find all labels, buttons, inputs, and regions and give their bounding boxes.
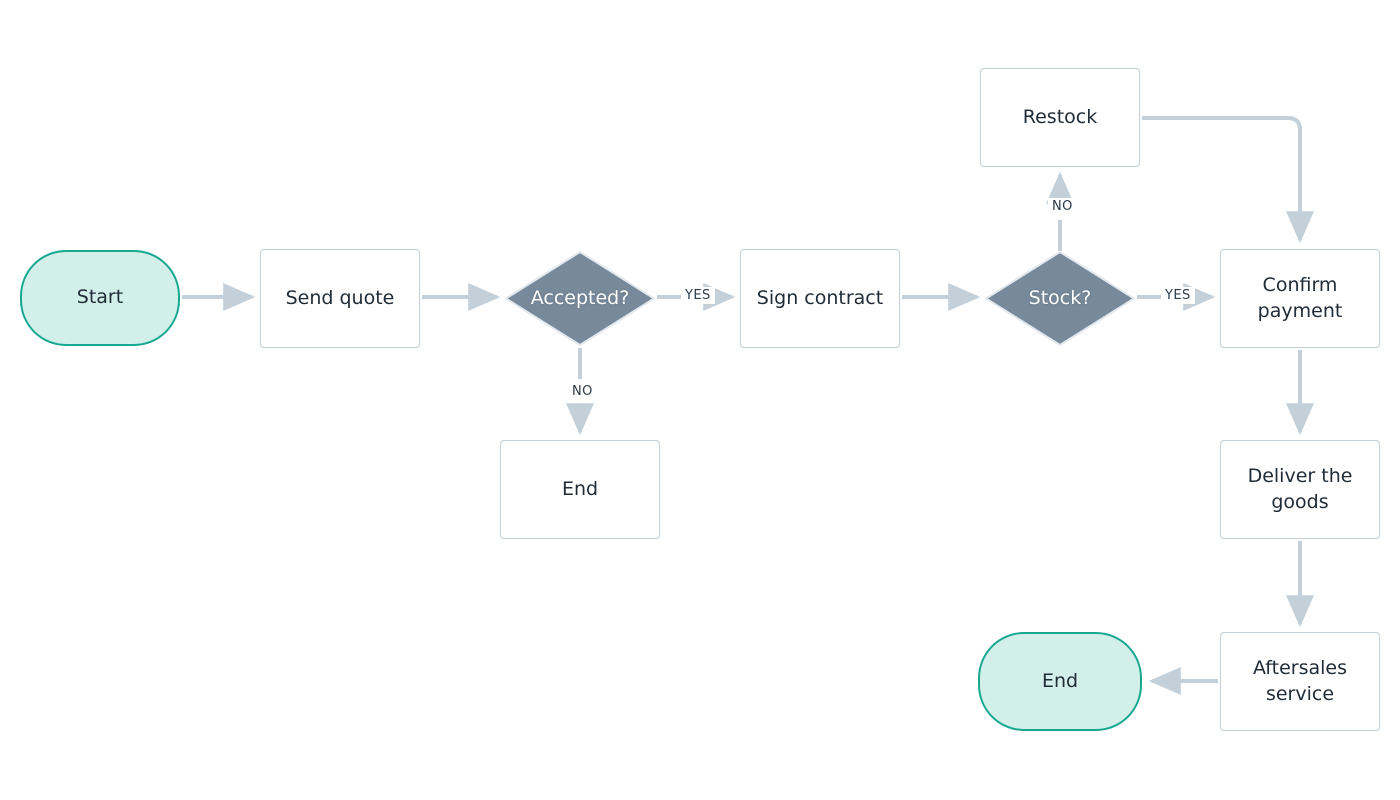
node-sign-contract[interactable]: Sign contract xyxy=(740,249,900,348)
node-restock-label: Restock xyxy=(1022,105,1098,128)
node-start-label: Start xyxy=(76,286,124,309)
node-stock-label: Stock? xyxy=(1028,286,1092,309)
node-send-quote-label: Send quote xyxy=(285,286,395,309)
node-deliver-goods[interactable]: Deliver the goods xyxy=(1220,440,1380,539)
node-end-done-label: End xyxy=(1041,669,1079,692)
node-deliver-goods-label: Deliver the goods xyxy=(1247,465,1353,513)
edge-label-stock-yes: YES xyxy=(1161,287,1195,304)
node-accepted-decision[interactable]: Accepted? xyxy=(505,251,655,346)
node-restock[interactable]: Restock xyxy=(980,68,1140,167)
node-aftersales-service[interactable]: Aftersales service xyxy=(1220,632,1380,731)
edge-label-stock-no: NO xyxy=(1048,198,1077,215)
node-end-rejected[interactable]: End xyxy=(500,440,660,539)
node-sign-contract-label: Sign contract xyxy=(756,286,884,309)
node-stock-decision[interactable]: Stock? xyxy=(985,251,1135,346)
edge-label-accepted-no: NO xyxy=(568,383,597,400)
flowchart-canvas: Start Send quote Accepted? End Sign cont… xyxy=(0,0,1400,800)
node-end-done[interactable]: End xyxy=(978,632,1142,731)
node-start[interactable]: Start xyxy=(20,250,180,346)
node-send-quote[interactable]: Send quote xyxy=(260,249,420,348)
connector-restock-to-confirm-payment xyxy=(1142,116,1314,244)
edge-label-accepted-yes: YES xyxy=(681,287,715,304)
node-aftersales-service-label: Aftersales service xyxy=(1252,657,1348,705)
node-end-rejected-label: End xyxy=(561,477,599,500)
connector-layer xyxy=(182,116,1314,695)
node-confirm-payment[interactable]: Confirm payment xyxy=(1220,249,1380,348)
node-accepted-label: Accepted? xyxy=(530,286,630,309)
node-confirm-payment-label: Confirm payment xyxy=(1257,274,1343,322)
